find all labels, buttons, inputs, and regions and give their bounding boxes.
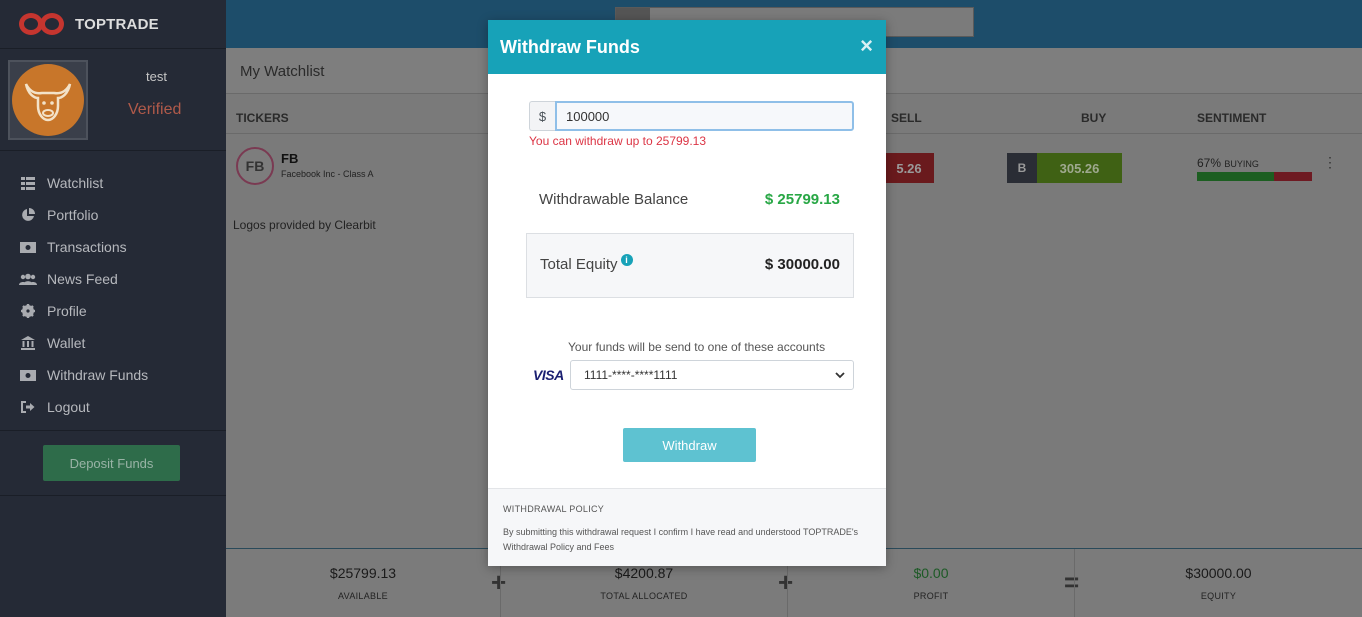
clearbit-note: Logos provided by Clearbit	[233, 218, 376, 232]
sentiment-label: BUYING	[1224, 159, 1259, 169]
more-options-icon[interactable]: ⋮	[1323, 154, 1337, 171]
profile-panel: test Verified	[0, 48, 226, 150]
equity-box: Total Equity i $ 30000.00	[526, 233, 854, 298]
users-icon	[19, 271, 37, 287]
sidebar-item-label: Portfolio	[47, 207, 99, 223]
sentiment-percent: 67%	[1197, 156, 1222, 170]
avatar[interactable]	[8, 60, 88, 140]
visa-icon: VISA	[533, 367, 564, 383]
deposit-section: Deposit Funds	[0, 430, 226, 496]
brand-logo	[19, 11, 69, 37]
currency-prefix: $	[529, 101, 555, 131]
sidebar-item-logout[interactable]: Logout	[0, 391, 226, 423]
total-equity-label: Total Equity i	[540, 254, 633, 273]
sidebar-nav: Watchlist Portfolio Transactions News Fe…	[0, 150, 226, 430]
stat-label: AVAILABLE	[338, 591, 388, 601]
brand-name: TOPTRADE	[75, 15, 159, 33]
accounts-note: Your funds will be send to one of these …	[568, 340, 826, 354]
sidebar-item-transactions[interactable]: Transactions	[0, 231, 226, 263]
column-sell[interactable]: SELL	[891, 111, 922, 125]
sidebar-item-label: Profile	[47, 303, 87, 319]
sidebar-item-news-feed[interactable]: News Feed	[0, 263, 226, 295]
grid-icon	[19, 175, 37, 191]
withdraw-button[interactable]: Withdraw	[623, 428, 756, 462]
ticker-symbol[interactable]: FB	[281, 151, 298, 166]
sidebar: TOPTRADE test Verified Watchlist Portfol…	[0, 0, 226, 617]
sentiment-bar	[1197, 172, 1312, 181]
page-title: My Watchlist	[240, 63, 325, 80]
sidebar-item-portfolio[interactable]: Portfolio	[0, 199, 226, 231]
sidebar-item-label: Wallet	[47, 335, 86, 351]
modal-header: Withdraw Funds ×	[488, 20, 886, 74]
withdrawable-balance-label: Withdrawable Balance	[539, 191, 689, 208]
sidebar-item-label: Withdraw Funds	[47, 367, 149, 383]
stat-label: TOTAL ALLOCATED	[600, 591, 688, 601]
total-equity-label-text: Total Equity	[540, 256, 618, 273]
withdrawable-balance-value: $ 25799.13	[764, 191, 840, 208]
sidebar-item-label: Transactions	[47, 239, 127, 255]
stat-value: $0.00	[913, 565, 949, 581]
sidebar-item-label: News Feed	[47, 271, 118, 287]
buy-badge[interactable]: B	[1007, 153, 1037, 183]
sidebar-item-watchlist[interactable]: Watchlist	[0, 167, 226, 199]
buy-button[interactable]: 305.26	[1037, 153, 1122, 183]
sidebar-item-withdraw-funds[interactable]: Withdraw Funds	[0, 359, 226, 391]
money-icon	[19, 239, 37, 255]
info-icon[interactable]: i	[620, 254, 633, 266]
amount-input[interactable]	[555, 101, 854, 131]
column-sentiment[interactable]: SENTIMENT	[1197, 111, 1266, 125]
withdraw-modal: Withdraw Funds × $ You can withdraw up t…	[488, 20, 886, 566]
sell-button[interactable]: 5.26	[884, 153, 934, 183]
brand[interactable]: TOPTRADE	[0, 0, 226, 48]
sidebar-item-wallet[interactable]: Wallet	[0, 327, 226, 359]
stat-label: EQUITY	[1200, 591, 1237, 601]
sentiment-bar-selling	[1274, 172, 1312, 181]
stat-value: $30000.00	[1185, 565, 1252, 581]
logout-icon	[19, 399, 37, 415]
stat-available: $25799.13 AVAILABLE	[226, 549, 500, 617]
sidebar-item-label: Watchlist	[47, 175, 104, 191]
money-icon	[19, 367, 37, 383]
gear-icon	[19, 303, 37, 319]
stat-value: $4200.87	[614, 565, 674, 581]
close-icon[interactable]: ×	[860, 35, 873, 57]
stat-equity: $30000.00 EQUITY	[1074, 549, 1362, 617]
account-select-value: 1111-****-****1111	[584, 368, 678, 382]
modal-title: Withdraw Funds	[500, 36, 640, 57]
sentiment-text: 67% BUYING	[1197, 156, 1259, 170]
total-equity-value: $ 30000.00	[764, 256, 840, 273]
chevron-down-icon	[835, 372, 845, 379]
column-buy[interactable]: BUY	[1081, 111, 1106, 125]
stat-value: $25799.13	[329, 565, 397, 581]
account-select[interactable]: 1111-****-****1111	[570, 360, 854, 390]
bank-icon	[19, 335, 37, 351]
bull-icon	[12, 64, 84, 136]
amount-input-group: $	[529, 101, 854, 131]
withdrawal-policy: WITHDRAWAL POLICY By submitting this wit…	[488, 488, 886, 566]
amount-error: You can withdraw up to 25799.13	[529, 134, 707, 148]
sentiment-bar-buying	[1197, 172, 1275, 181]
company-logo: FB	[236, 147, 274, 185]
sidebar-item-label: Logout	[47, 399, 90, 415]
stat-label: PROFIT	[913, 591, 949, 601]
username: test	[146, 69, 167, 84]
pie-chart-icon	[19, 207, 37, 223]
verified-status: Verified	[128, 101, 182, 118]
company-name: Facebook Inc - Class A	[281, 169, 374, 179]
sidebar-item-profile[interactable]: Profile	[0, 295, 226, 327]
policy-title: WITHDRAWAL POLICY	[503, 504, 605, 514]
column-tickers[interactable]: TICKERS	[236, 111, 289, 125]
deposit-funds-button[interactable]: Deposit Funds	[43, 445, 180, 481]
policy-text: By submitting this withdrawal request I …	[503, 527, 859, 552]
